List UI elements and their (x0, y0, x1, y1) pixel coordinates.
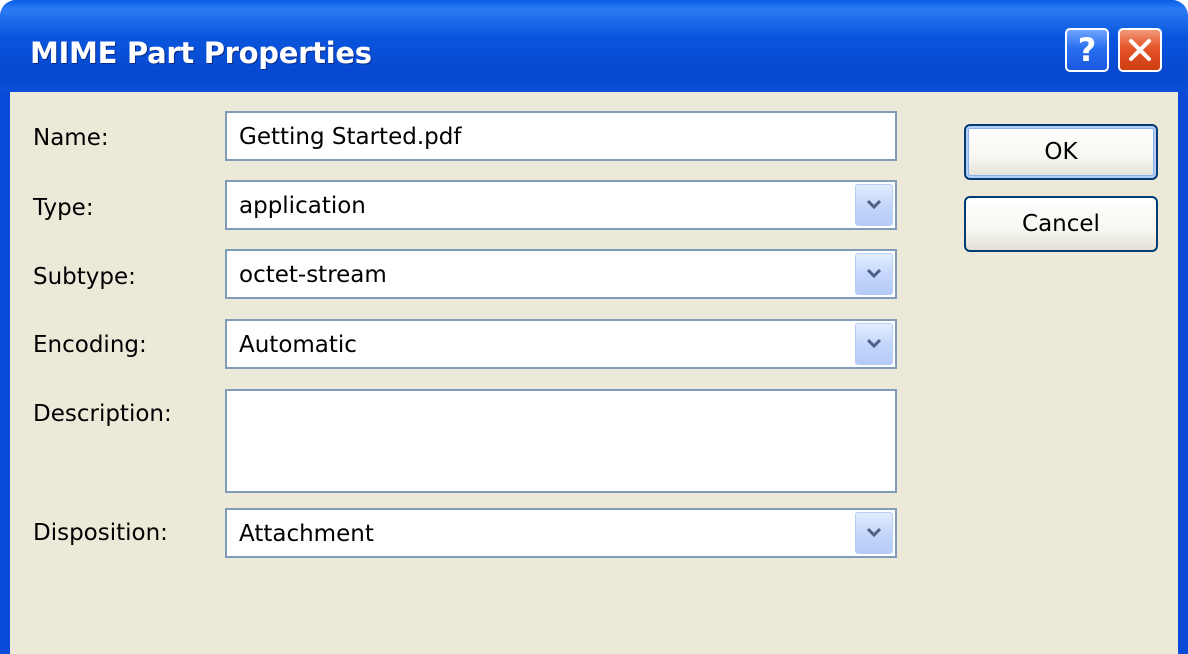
type-label: Type: (33, 195, 94, 221)
encoding-dropdown[interactable]: Automatic (225, 319, 897, 369)
window-title: MIME Part Properties (30, 36, 372, 70)
title-bar[interactable]: MIME Part Properties ? (0, 0, 1188, 92)
encoding-dropdown-button[interactable] (855, 323, 893, 365)
mime-part-properties-dialog: MIME Part Properties ? Name: Getting Sta… (0, 0, 1188, 654)
disposition-label: Disposition: (33, 520, 168, 546)
subtype-dropdown[interactable]: octet-stream (225, 249, 897, 299)
close-button[interactable] (1118, 28, 1162, 72)
dialog-body: Name: Getting Started.pdf Type: applicat… (10, 92, 1178, 654)
name-input[interactable]: Getting Started.pdf (225, 111, 897, 161)
chevron-down-icon (866, 338, 882, 349)
encoding-label: Encoding: (33, 332, 147, 358)
description-textarea[interactable] (225, 389, 897, 493)
help-button[interactable]: ? (1065, 28, 1109, 72)
disposition-dropdown[interactable]: Attachment (225, 508, 897, 558)
cancel-button[interactable]: Cancel (964, 196, 1158, 252)
name-label: Name: (33, 125, 109, 151)
subtype-label: Subtype: (33, 264, 136, 290)
type-dropdown[interactable]: application (225, 180, 897, 230)
subtype-dropdown-button[interactable] (855, 253, 893, 295)
type-dropdown-button[interactable] (855, 184, 893, 226)
encoding-dropdown-value: Automatic (239, 332, 357, 358)
help-icon: ? (1077, 31, 1097, 69)
description-label: Description: (33, 401, 172, 427)
disposition-dropdown-value: Attachment (239, 521, 374, 547)
ok-button[interactable]: OK (964, 124, 1158, 180)
name-input-value: Getting Started.pdf (239, 124, 462, 150)
close-icon (1129, 39, 1151, 61)
subtype-dropdown-value: octet-stream (239, 262, 387, 288)
chevron-down-icon (866, 199, 882, 210)
chevron-down-icon (866, 268, 882, 279)
type-dropdown-value: application (239, 193, 366, 219)
disposition-dropdown-button[interactable] (855, 512, 893, 554)
chevron-down-icon (866, 527, 882, 538)
